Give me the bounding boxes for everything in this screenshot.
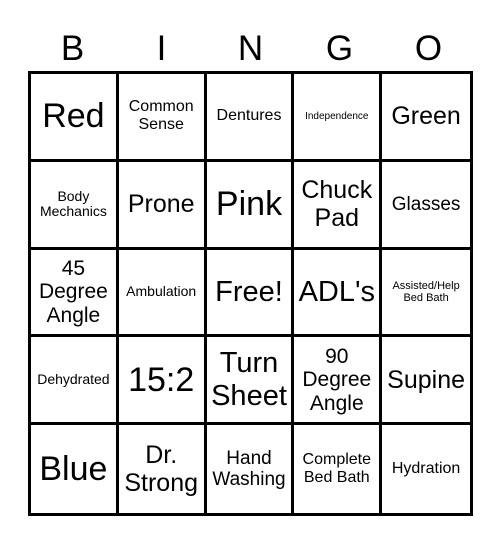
free-space-cell[interactable]: Free! — [206, 249, 295, 338]
bingo-cell[interactable]: Independence — [294, 74, 383, 162]
bingo-cell-label: Glasses — [391, 193, 461, 215]
bingo-cell[interactable]: 45 Degree Angle — [31, 249, 119, 338]
header-letter-o: O — [414, 29, 443, 68]
bingo-cell[interactable]: Glasses — [382, 162, 470, 250]
bingo-cell-label: Body Mechanics — [39, 187, 107, 220]
bingo-cell[interactable]: Complete Bed Bath — [294, 425, 383, 513]
bingo-cell-label: Dr. Strong — [124, 441, 199, 498]
bingo-cell[interactable]: Assisted/Help Bed Bath — [382, 250, 470, 338]
bingo-cell-label: Hand Washing — [212, 447, 286, 491]
header-letter-g: G — [325, 29, 354, 68]
bingo-cell[interactable]: Ambulation — [118, 249, 207, 338]
bingo-cell-label: Chuck Pad — [301, 176, 373, 233]
bingo-header: B I N G O — [28, 28, 473, 70]
bingo-cell-label: 45 Degree Angle — [38, 256, 108, 327]
bingo-cell-label: Turn Sheet — [211, 347, 287, 412]
header-letter-n: N — [237, 29, 264, 68]
bingo-cell-label: Blue — [39, 450, 108, 489]
bingo-cell[interactable]: Chuck Pad — [294, 161, 383, 250]
bingo-cell[interactable]: Turn Sheet — [206, 337, 295, 426]
bingo-cell-label: 15:2 — [128, 360, 195, 399]
bingo-cell[interactable]: Common Sense — [118, 74, 207, 162]
bingo-cell-label: Pink — [215, 185, 283, 224]
header-letter-i: I — [156, 29, 167, 68]
bingo-cell[interactable]: Red — [31, 74, 119, 162]
bingo-cell-label: Assisted/Help Bed Bath — [392, 279, 460, 304]
bingo-cell[interactable]: Dentures — [206, 74, 295, 162]
bingo-cell-label: ADL's — [298, 275, 376, 308]
bingo-cell[interactable]: Body Mechanics — [31, 161, 119, 250]
bingo-cell[interactable]: Dr. Strong — [119, 425, 207, 513]
bingo-grid: Red Common Sense Dentures Independence Green… — [28, 71, 473, 516]
bingo-cell-label: Dentures — [216, 107, 282, 125]
bingo-cell[interactable]: Pink — [206, 161, 295, 250]
bingo-cell[interactable]: Dehydrated — [31, 337, 119, 426]
bingo-cell-label: Hydration — [391, 460, 461, 478]
bingo-cell-label: Supine — [387, 365, 466, 394]
bingo-cell[interactable]: Green — [382, 74, 470, 162]
bingo-cell[interactable]: 90 Degree Angle — [294, 337, 383, 426]
bingo-cell-label: Prone — [127, 190, 195, 219]
header-letter-b: B — [60, 29, 85, 68]
bingo-cell-label: Green — [391, 102, 461, 131]
bingo-cell[interactable]: Hand Washing — [207, 425, 295, 513]
bingo-cell-label: Common Sense — [128, 98, 194, 134]
bingo-cell[interactable]: ADL's — [294, 249, 383, 338]
bingo-cell[interactable]: Supine — [382, 337, 470, 426]
bingo-cell-label: Complete Bed Bath — [302, 451, 372, 487]
bingo-cell[interactable]: 15:2 — [118, 337, 207, 426]
bingo-cell-label: Dehydrated — [37, 370, 110, 387]
bingo-cell[interactable]: Hydration — [382, 425, 470, 513]
bingo-cell[interactable]: Prone — [118, 161, 207, 250]
bingo-cell-label: Ambulation — [126, 283, 197, 300]
bingo-cell-label: Free! — [215, 275, 283, 308]
bingo-cell-label: Independence — [305, 110, 369, 122]
bingo-cell-label: 90 Degree Angle — [302, 344, 372, 415]
bingo-cell-label: Red — [42, 97, 105, 136]
bingo-cell[interactable]: Blue — [31, 425, 119, 513]
